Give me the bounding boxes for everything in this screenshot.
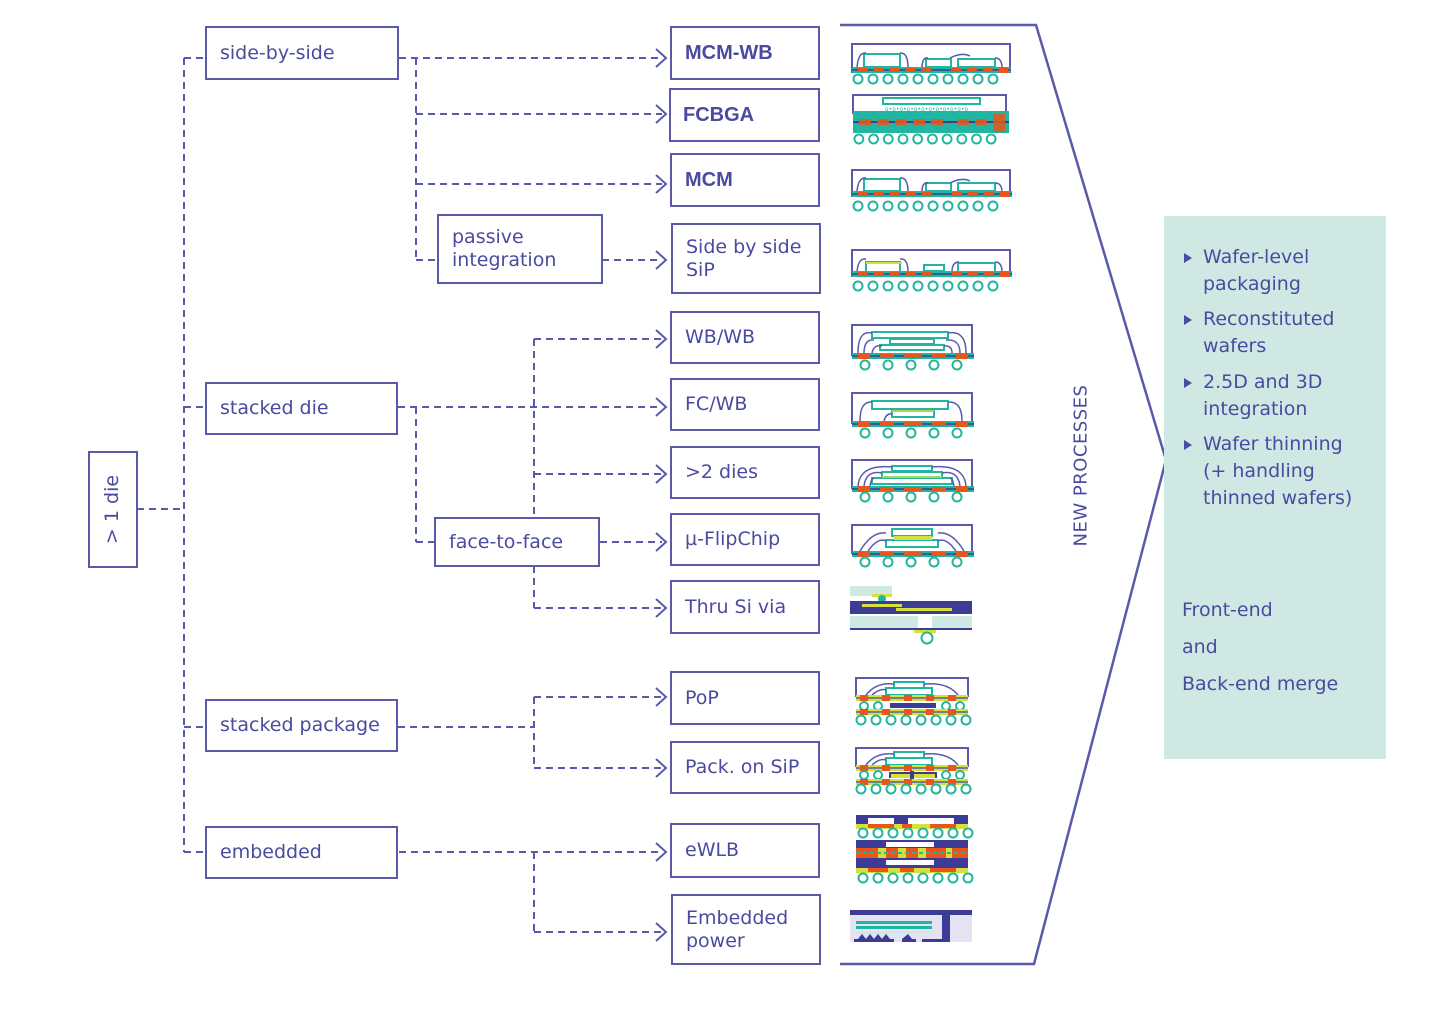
packaging-taxonomy-diagram: > 1 die side-by-side stacked die stacked… — [0, 0, 1430, 1018]
micro-flipchip-cross-section-icon — [851, 524, 975, 568]
mcm-cross-section-icon — [851, 169, 1013, 212]
bullet-wafer-thinning: Wafer thinning (+ handling thinned wafer… — [1184, 431, 1352, 512]
bullet-2-5d-3d-integration: 2.5D and 3D integration — [1184, 369, 1322, 423]
embedded-power-cross-section-icon — [850, 910, 972, 942]
merge-line-1: Front-end — [1182, 599, 1273, 621]
ewlb-cross-section-icon — [856, 815, 974, 884]
new-processes-label: NEW PROCESSES — [1070, 384, 1092, 547]
pop-cross-section-icon — [855, 677, 972, 726]
merge-line-2: and — [1182, 636, 1218, 658]
fcbga-cross-section-icon: o•o•o•o•o•o•o•o•o•o•o•o — [852, 94, 1009, 145]
wb-wb-cross-section-icon — [851, 324, 975, 371]
tsv-cross-section-icon — [850, 586, 972, 645]
fc-wb-cross-section-icon — [851, 392, 975, 439]
triangle-bullet-icon — [1184, 253, 1192, 263]
multi-die-cross-section-icon — [851, 459, 975, 503]
sip-cross-section-icon — [851, 249, 1013, 292]
triangle-bullet-icon — [1184, 378, 1192, 388]
mcm-wb-cross-section-icon — [851, 43, 1012, 85]
triangle-bullet-icon — [1184, 315, 1192, 325]
triangle-bullet-icon — [1184, 440, 1192, 450]
merge-line-3: Back-end merge — [1182, 673, 1339, 695]
pack-on-sip-cross-section-icon — [855, 747, 972, 795]
bullet-wafer-level-packaging: Wafer-level packaging — [1184, 244, 1309, 298]
new-processes-panel: Wafer-level packaging Reconstituted wafe… — [1164, 216, 1386, 759]
bullet-reconstituted-wafers: Reconstituted wafers — [1184, 306, 1334, 360]
